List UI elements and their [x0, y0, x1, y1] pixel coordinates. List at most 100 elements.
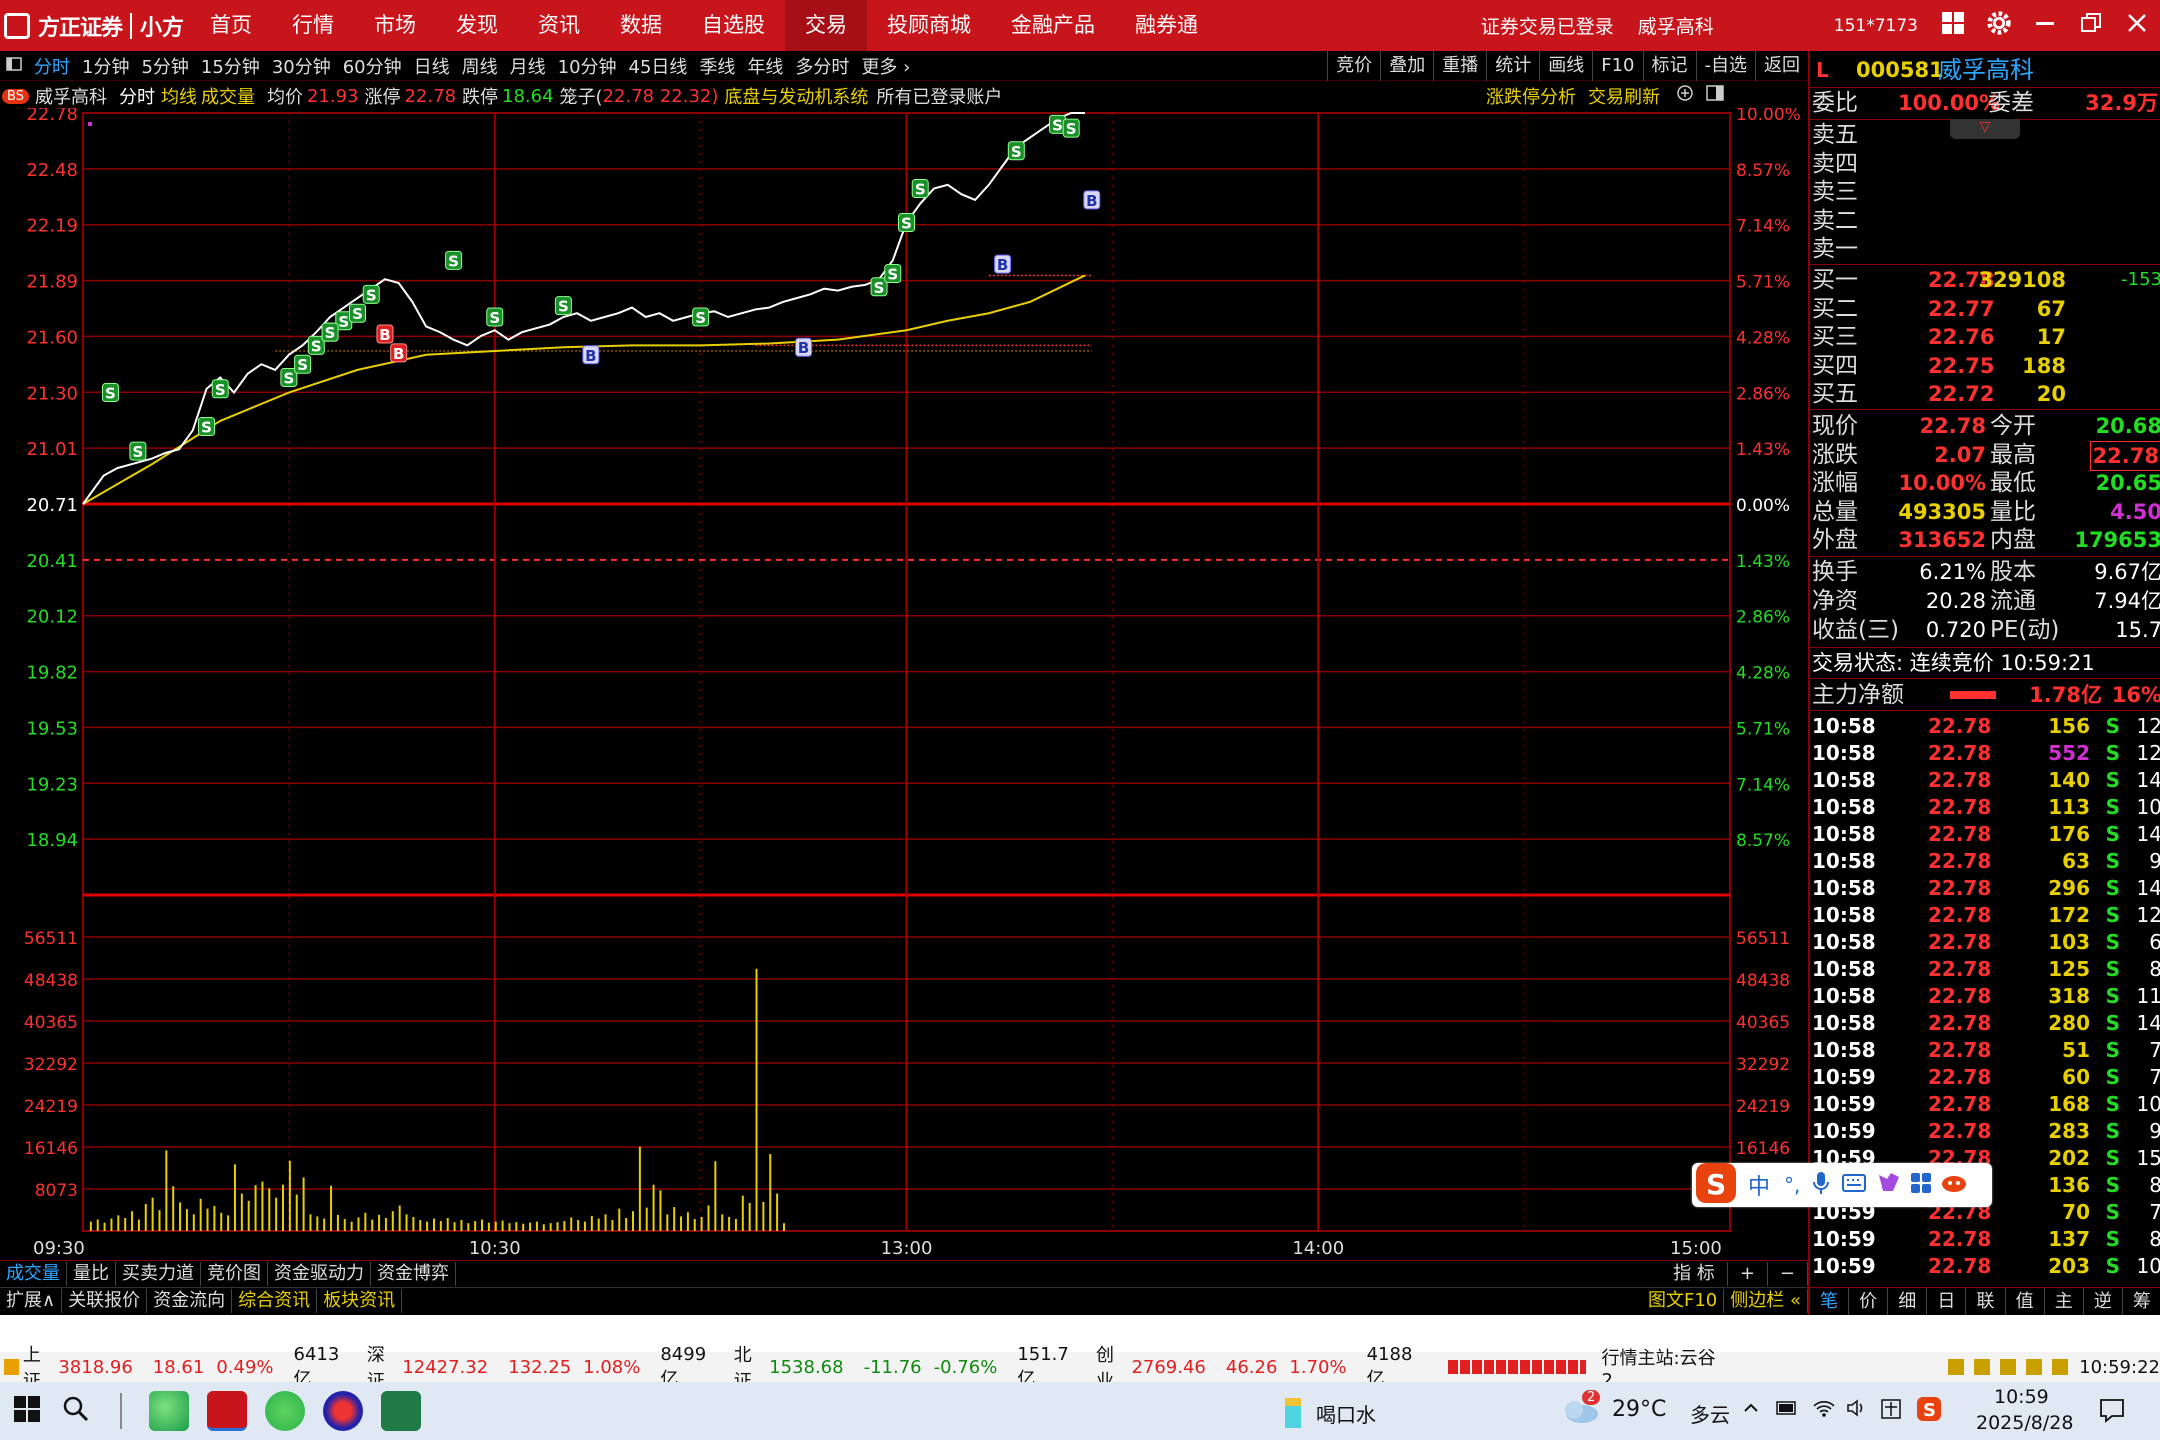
tool-button-7[interactable]: -自选 — [1695, 51, 1756, 81]
sell-mark[interactable]: S — [1062, 118, 1080, 138]
tool-button-6[interactable]: 标记 — [1642, 51, 1696, 81]
indicator-tab-5[interactable]: 资金博弈 — [371, 1261, 456, 1286]
buy-mark[interactable]: B — [582, 345, 600, 365]
extension-tab-4[interactable]: 板块资讯 — [317, 1288, 403, 1313]
battery-icon[interactable] — [1776, 1400, 1798, 1420]
buy-mark[interactable]: B — [1083, 190, 1101, 210]
sell-row[interactable]: 卖三 — [1810, 178, 2160, 206]
edge-browser-icon[interactable] — [149, 1391, 189, 1431]
sell-mark[interactable]: S — [321, 322, 339, 342]
excel-icon[interactable] — [381, 1391, 421, 1431]
indicator-tab-1[interactable]: 量比 — [67, 1261, 116, 1286]
status-tray-icons[interactable] — [1948, 1359, 2070, 1375]
wifi-icon[interactable] — [1812, 1398, 1836, 1422]
buy-mark[interactable]: B — [994, 254, 1012, 274]
wechat-icon[interactable] — [265, 1391, 305, 1431]
indicator-control-0[interactable]: 指 标 — [1661, 1261, 1728, 1286]
period-tab-2[interactable]: 5分钟 — [135, 53, 194, 79]
period-tab-4[interactable]: 30分钟 — [266, 53, 337, 79]
sell-mark[interactable]: S — [884, 264, 902, 284]
limit-analysis-link[interactable]: 涨跌停分析 — [1486, 83, 1576, 109]
menu-item-5[interactable]: 数据 — [600, 0, 682, 51]
tool-button-8[interactable]: 返回 — [1755, 51, 1808, 81]
sell-mark[interactable]: S — [486, 307, 504, 327]
period-tab-11[interactable]: 季线 — [693, 53, 741, 79]
indicator-tab-3[interactable]: 竞价图 — [201, 1261, 268, 1286]
menu-item-4[interactable]: 资讯 — [518, 0, 600, 51]
detail-tab-8[interactable]: 筹 — [2123, 1288, 2160, 1315]
system-label[interactable]: 底盘与发动机系统 — [724, 83, 868, 109]
menu-item-1[interactable]: 行情 — [272, 0, 354, 51]
menu-item-7[interactable]: 交易 — [785, 0, 867, 51]
period-tab-3[interactable]: 15分钟 — [195, 53, 266, 79]
period-tab-14[interactable]: 更多 › — [855, 53, 916, 79]
tool-button-1[interactable]: 叠加 — [1380, 51, 1433, 81]
sell-mark[interactable]: S — [911, 179, 929, 199]
buy-mark[interactable]: B — [795, 337, 813, 357]
buy-row[interactable]: 买三 22.76 17 — [1810, 323, 2160, 351]
period-tab-7[interactable]: 周线 — [456, 53, 504, 79]
sell-mark[interactable]: S — [198, 417, 216, 437]
sell-mark[interactable]: S — [101, 383, 119, 403]
indicator-tab-4[interactable]: 资金驱动力 — [268, 1261, 371, 1286]
indicator-control-1[interactable]: + — [1728, 1261, 1768, 1286]
sogou-tray-icon[interactable]: S — [1916, 1396, 1942, 1426]
period-tab-5[interactable]: 60分钟 — [337, 53, 408, 79]
indicator-control-2[interactable]: − — [1768, 1261, 1808, 1286]
tool-button-3[interactable]: 统计 — [1486, 51, 1539, 81]
menu-item-6[interactable]: 自选股 — [682, 0, 785, 51]
ime-lang[interactable]: 中 — [1748, 1169, 1770, 1201]
period-tab-10[interactable]: 45日线 — [623, 53, 694, 79]
buy-row[interactable]: 买二 22.77 67 — [1810, 295, 2160, 323]
menu-item-0[interactable]: 首页 — [190, 0, 272, 51]
sell-mark[interactable]: S — [129, 441, 147, 461]
login-status[interactable]: 证券交易已登录 — [1481, 12, 1614, 39]
toolbox-icon[interactable] — [1910, 1172, 1932, 1198]
taskbar-time[interactable]: 10:59 — [1994, 1386, 2049, 1408]
extension-tab-1[interactable]: 关联报价 — [62, 1288, 148, 1313]
extension-tab-2[interactable]: 资金流向 — [147, 1288, 233, 1313]
menu-item-10[interactable]: 融券通 — [1115, 0, 1218, 51]
sogou-logo-icon[interactable]: S — [1694, 1161, 1740, 1209]
weather-temp[interactable]: 29°C — [1612, 1397, 1666, 1422]
extension-control-0[interactable]: 图文F10 — [1642, 1288, 1725, 1313]
sell-mark[interactable]: S — [445, 250, 463, 270]
panel-toggle-icon[interactable] — [1706, 84, 1724, 107]
sell-mark[interactable]: S — [349, 303, 366, 323]
notification-icon[interactable] — [2098, 1396, 2126, 1428]
detail-tab-4[interactable]: 联 — [1966, 1288, 2006, 1315]
buy-row[interactable]: 买五 22.72 20 — [1810, 380, 2160, 408]
menu-item-8[interactable]: 投顾商城 — [867, 0, 991, 51]
gear-icon[interactable] — [1976, 9, 2022, 43]
taskbar-date[interactable]: 2025/8/28 — [1976, 1412, 2073, 1434]
period-tab-6[interactable]: 日线 — [408, 53, 456, 79]
detail-tab-6[interactable]: 主 — [2045, 1288, 2084, 1315]
browser-icon[interactable] — [323, 1391, 363, 1431]
restore-icon[interactable] — [2068, 12, 2114, 40]
sell-mark[interactable]: S — [294, 354, 312, 374]
indicator-tab-0[interactable]: 成交量 — [0, 1261, 67, 1286]
period-tab-8[interactable]: 月线 — [504, 53, 552, 79]
extension-tab-0[interactable]: 扩展∧ — [0, 1288, 63, 1313]
sell-row[interactable]: 卖五 — [1810, 121, 2160, 149]
search-icon[interactable] — [62, 1395, 90, 1427]
reminder-text[interactable]: 喝口水 — [1316, 1399, 1376, 1428]
buy-row[interactable]: 买四 22.75 188 — [1810, 352, 2160, 380]
menu-item-9[interactable]: 金融产品 — [991, 0, 1115, 51]
ime-tray-icon[interactable] — [1880, 1398, 1902, 1424]
sell-mark[interactable]: S — [898, 213, 915, 233]
keyboard-icon[interactable] — [1842, 1174, 1867, 1196]
extension-control-1[interactable]: 侧边栏 « — [1724, 1288, 1808, 1313]
tool-button-4[interactable]: 画线 — [1539, 51, 1592, 81]
sell-mark[interactable]: S — [362, 284, 380, 304]
trade-refresh-link[interactable]: 交易刷新 — [1588, 83, 1660, 109]
close-icon[interactable] — [2114, 12, 2160, 40]
grid-icon[interactable] — [1930, 11, 1976, 41]
sell-mark[interactable]: S — [692, 307, 710, 327]
volume-icon[interactable] — [1846, 1398, 1868, 1422]
period-tab-9[interactable]: 10分钟 — [552, 53, 623, 79]
period-tab-0[interactable]: 分时 — [28, 53, 76, 79]
sell-row[interactable]: 卖二 — [1810, 207, 2160, 235]
buy-mark[interactable]: B — [390, 343, 408, 363]
windows-start-icon[interactable] — [14, 1396, 40, 1426]
